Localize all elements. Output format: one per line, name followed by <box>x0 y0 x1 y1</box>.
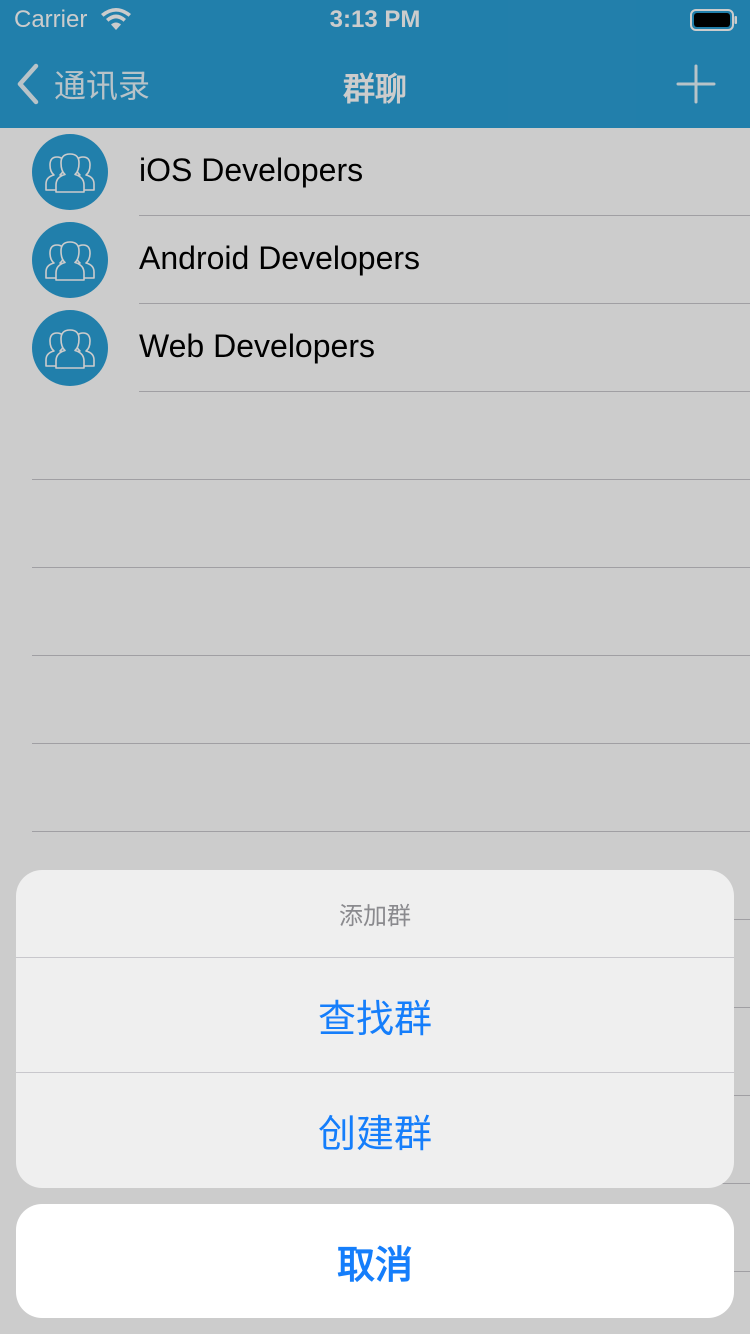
action-sheet: 添加群 查找群 创建群 <box>16 870 734 1188</box>
action-sheet-title: 添加群 <box>16 870 734 958</box>
cancel-button[interactable]: 取消 <box>16 1204 734 1318</box>
create-group-button[interactable]: 创建群 <box>16 1073 734 1188</box>
find-group-button[interactable]: 查找群 <box>16 958 734 1073</box>
